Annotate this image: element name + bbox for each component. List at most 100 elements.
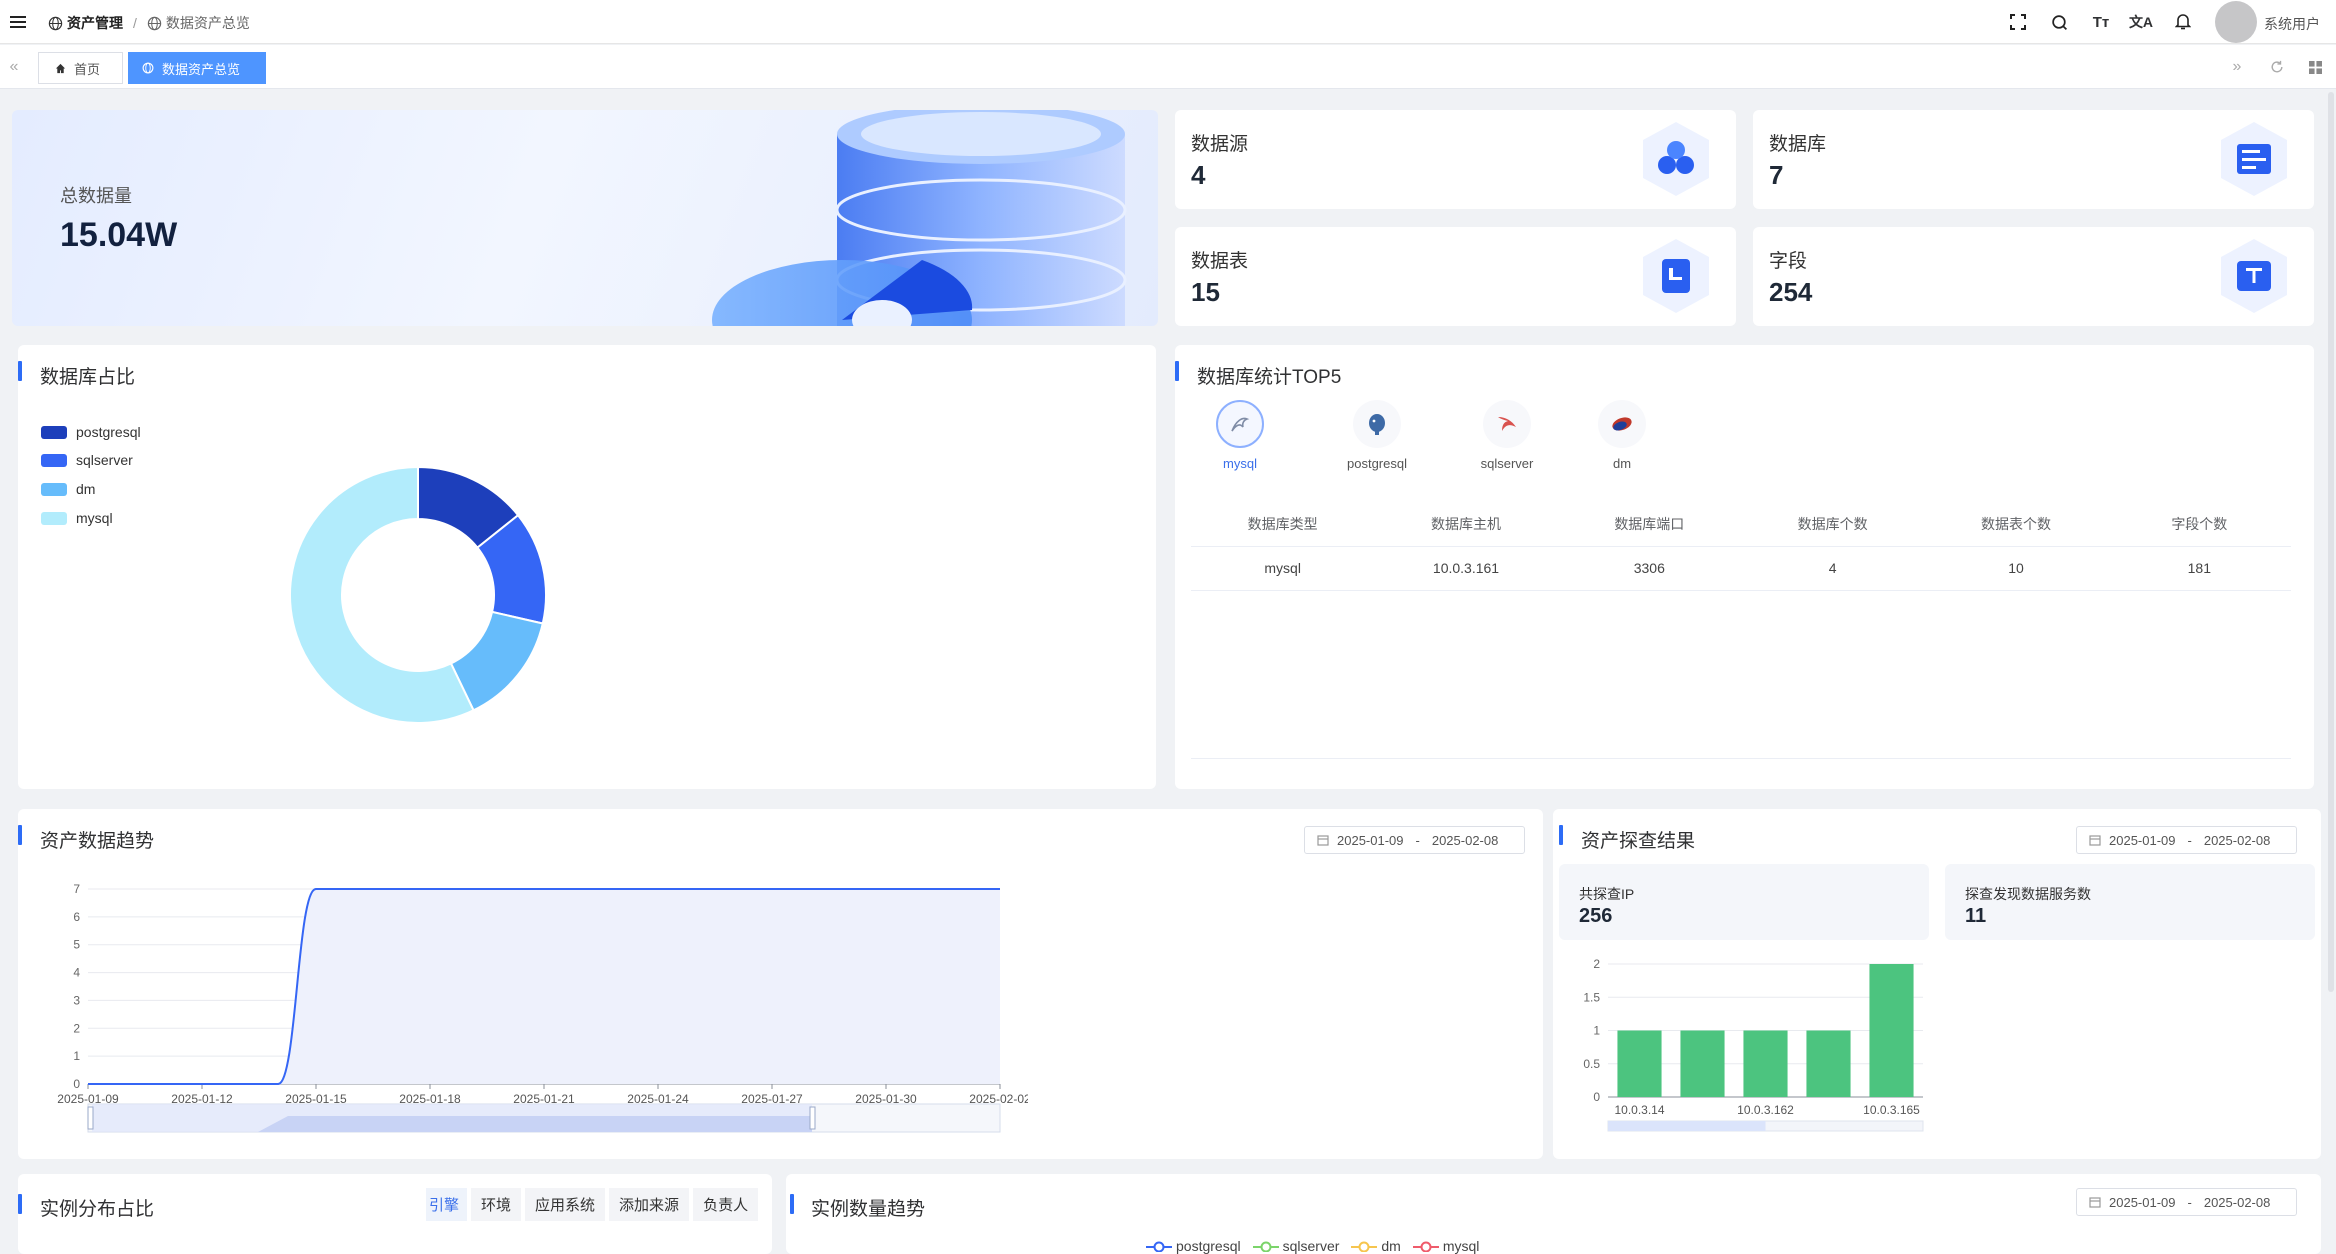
y-tick-label: 2 xyxy=(1593,957,1600,971)
legend-item[interactable]: postgresql xyxy=(1146,1238,1241,1254)
db-tab-label: postgresql xyxy=(1347,456,1407,471)
legend-item[interactable]: sqlserver xyxy=(1252,1238,1339,1254)
instance-tab-env[interactable]: 环境 xyxy=(471,1188,522,1221)
bell-icon[interactable] xyxy=(2173,11,2193,31)
legend-item[interactable]: dm xyxy=(41,481,95,497)
refresh-icon[interactable] xyxy=(2268,59,2286,75)
probe-card-label: 共探查IP xyxy=(1579,886,1635,902)
legend-line-marker xyxy=(1351,1241,1378,1252)
table-cell: 3306 xyxy=(1633,560,1665,576)
db-tab-sqlserver[interactable]: sqlserver xyxy=(1457,400,1557,480)
legend-label: dm xyxy=(76,481,96,497)
stat-value: 254 xyxy=(1769,277,1813,307)
top5-title: 数据库统计TOP5 xyxy=(1197,367,1342,388)
stat-label: 字段 xyxy=(1769,251,1808,272)
x-tick-label: 10.0.3.14 xyxy=(1614,1103,1664,1117)
y-tick-label: 0 xyxy=(1593,1090,1600,1104)
field-icon xyxy=(2221,239,2287,313)
table-header-cell: 字段个数 xyxy=(2171,515,2228,532)
db-tab-dm[interactable]: dm xyxy=(1587,400,1657,480)
font-size-icon[interactable]: Tт xyxy=(2088,11,2114,33)
bar[interactable] xyxy=(1617,1030,1662,1098)
stat-card-field[interactable]: 字段 254 xyxy=(1753,227,2314,326)
database-illustration xyxy=(712,110,1127,326)
probe-card-value: 11 xyxy=(1965,905,1987,927)
scroll-right-icon[interactable]: » xyxy=(2227,58,2247,75)
legend-item[interactable]: sqlserver xyxy=(41,452,133,468)
stat-card-database[interactable]: 数据库 7 xyxy=(1753,110,2314,209)
y-tick-label: 3 xyxy=(73,993,80,1007)
db-tab-label: dm xyxy=(1612,456,1632,471)
instance-tab-engine[interactable]: 引擎 xyxy=(426,1188,468,1221)
grid-menu-icon[interactable] xyxy=(2306,59,2324,75)
postgresql-icon xyxy=(1353,400,1401,448)
stat-card-table[interactable]: 数据表 15 xyxy=(1175,227,1736,326)
zoom-handle-left[interactable] xyxy=(87,1106,94,1130)
zoom-handle-right[interactable] xyxy=(809,1106,816,1130)
legend-label: dm xyxy=(1381,1238,1401,1254)
top-header: 资产管理 / 数据资产总览 Tт 文A 系统用户 xyxy=(0,0,2336,44)
probe-service-card: 探查发现数据服务数 11 xyxy=(1945,864,2315,940)
instance-tab-owner[interactable]: 负责人 xyxy=(693,1188,759,1221)
instance-title: 实例分布占比 xyxy=(40,1199,155,1220)
table-header-cell: 数据库主机 xyxy=(1430,515,1501,532)
translate-icon[interactable]: 文A xyxy=(2128,11,2154,33)
db-tab-mysql[interactable]: mysql xyxy=(1205,400,1275,480)
user-name[interactable]: 系统用户 xyxy=(2264,14,2320,34)
bar[interactable] xyxy=(1680,1030,1725,1098)
legend-item[interactable]: mysql xyxy=(41,510,113,526)
zoom-slider-window[interactable] xyxy=(1608,1121,1766,1131)
title-accent xyxy=(1559,825,1563,845)
divider xyxy=(1191,758,2291,759)
stat-label: 数据库 xyxy=(1769,134,1827,155)
scroll-left-icon[interactable]: « xyxy=(4,58,24,75)
top5-table: 数据库类型 数据库主机 数据库端口 数据库个数 数据表个数 字段个数 mysql… xyxy=(1191,502,2291,591)
bar[interactable] xyxy=(1806,1030,1851,1098)
probe-panel: 资产探查结果 2025-01-09 - 2025-02-08 共探查IP 256… xyxy=(1553,809,2321,1159)
y-tick-label: 1 xyxy=(1593,1024,1600,1038)
x-tick-label: 10.0.3.165 xyxy=(1863,1103,1920,1117)
table-row[interactable]: mysql 10.0.3.161 3306 4 10 181 xyxy=(1191,546,2291,590)
search-icon[interactable] xyxy=(2049,12,2069,32)
db-tab-postgresql[interactable]: postgresql xyxy=(1327,400,1427,480)
trend-date-range[interactable]: 2025-01-09 - 2025-02-08 xyxy=(1304,826,1525,854)
probe-bar-chart: 0 0.5 1 1.5 2 10.0.3.14 10.0.3.162 10.0.3.165 xyxy=(1583,957,1924,1132)
page-scrollbar[interactable] xyxy=(2328,92,2334,992)
y-tick-label: 2 xyxy=(73,1021,80,1035)
calendar-icon xyxy=(2089,835,2101,846)
fullscreen-icon[interactable] xyxy=(2008,12,2028,32)
legend-line-marker xyxy=(1252,1241,1279,1252)
bar[interactable] xyxy=(1869,964,1914,1097)
sqlserver-icon xyxy=(1483,400,1531,448)
banner-value: 15.04W xyxy=(60,216,178,254)
home-icon xyxy=(55,63,66,73)
avatar[interactable] xyxy=(2215,1,2257,43)
legend-label: mysql xyxy=(1442,1238,1480,1254)
date-start: 2025-01-09 xyxy=(2109,832,2176,848)
table-header-cell: 数据库类型 xyxy=(1247,515,1318,532)
breadcrumb-item-asset-mgmt[interactable]: 资产管理 xyxy=(67,13,123,33)
top5-panel: 数据库统计TOP5 mysql postgresql sqlserver dm … xyxy=(1175,345,2314,789)
probe-date-range[interactable]: 2025-01-09 - 2025-02-08 xyxy=(2076,826,2297,854)
stat-card-datasource[interactable]: 数据源 4 xyxy=(1175,110,1736,209)
trend-chart: 012345672025-01-09 2025-01-12 2025-01-15 20… xyxy=(57,882,1028,1133)
y-tick-label: 5 xyxy=(73,938,80,952)
legend-item[interactable]: postgresql xyxy=(41,424,141,440)
instance-count-date-range[interactable]: 2025-01-09 - 2025-02-08 xyxy=(2076,1188,2297,1216)
date-start: 2025-01-09 xyxy=(1337,832,1404,848)
bar[interactable] xyxy=(1743,1030,1788,1098)
instance-count-legend: postgresql sqlserver dm mysql xyxy=(1146,1238,1479,1254)
legend-label: mysql xyxy=(76,510,113,526)
hamburger-icon[interactable] xyxy=(8,12,28,32)
instance-tab-source[interactable]: 添加来源 xyxy=(609,1188,690,1221)
legend-item[interactable]: mysql xyxy=(1412,1238,1480,1254)
tab-home[interactable]: 首页 xyxy=(38,52,123,84)
legend-label: postgresql xyxy=(1176,1238,1241,1254)
instance-tab-app[interactable]: 应用系统 xyxy=(525,1188,606,1221)
legend-item[interactable]: dm xyxy=(1351,1238,1401,1254)
title-accent xyxy=(18,361,22,381)
y-tick-label: 1.5 xyxy=(1583,990,1600,1004)
globe-icon xyxy=(142,62,154,74)
trend-title: 资产数据趋势 xyxy=(40,831,155,852)
tab-overview[interactable]: 数据资产总览 xyxy=(128,52,266,84)
